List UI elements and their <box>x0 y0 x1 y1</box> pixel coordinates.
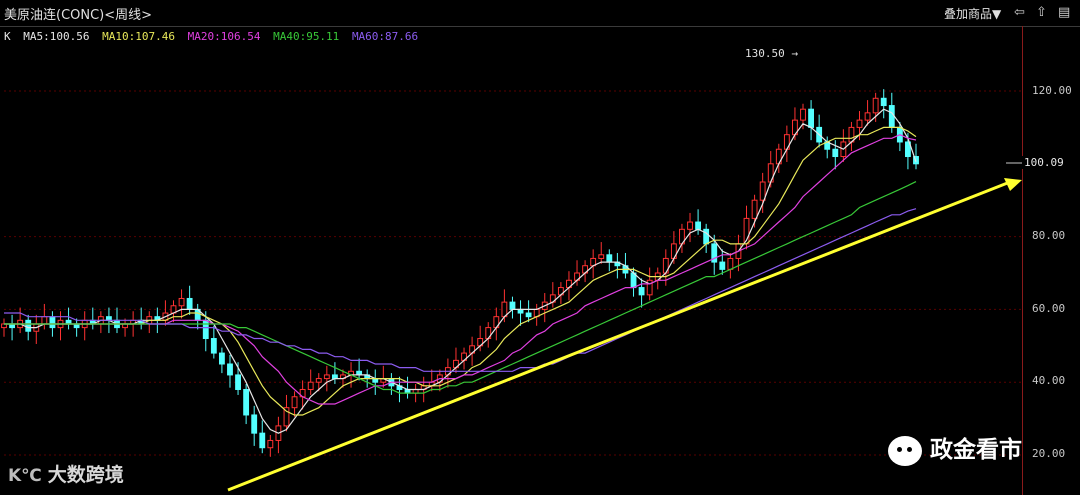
peak-price-label: 130.50 → <box>745 47 798 60</box>
candle-body <box>291 396 298 409</box>
candle-body <box>202 319 209 340</box>
candle-body <box>695 221 702 230</box>
candle-body <box>307 381 314 390</box>
candle-body <box>864 112 871 121</box>
y-tick-60: 60.00 <box>1032 302 1066 315</box>
arrow-left-icon[interactable]: ⇦ <box>1014 5 1025 20</box>
candle-body <box>808 108 815 128</box>
candle-body <box>759 181 766 201</box>
chart-toolbar: 美原油连(CONC)<周线> 叠加商品▼ ⇦ ⇧ ▤ <box>0 0 1080 27</box>
candle-body <box>227 363 233 376</box>
overlay-commodity-button[interactable]: 叠加商品▼ <box>944 5 1001 22</box>
candle-body <box>880 97 887 107</box>
chart-title: 美原油连(CONC)<周线> <box>4 8 153 23</box>
candle-body <box>832 148 839 158</box>
candle-body <box>49 316 56 329</box>
candle-body <box>606 254 613 263</box>
ma40-label: MA40:95.11 <box>273 30 340 43</box>
candle-body <box>727 257 734 270</box>
candle-body <box>235 374 241 390</box>
candle-body <box>751 199 758 219</box>
y-tick-40: 40.00 <box>1032 374 1066 387</box>
candle-body <box>598 254 605 259</box>
brand-logo-icon: K℃ <box>8 466 42 486</box>
candle-body <box>719 261 726 270</box>
candle-body <box>315 378 322 383</box>
candle-body <box>525 312 532 318</box>
candle-body <box>638 287 645 296</box>
arrow-up-icon[interactable]: ⇧ <box>1036 5 1047 20</box>
candle-body <box>703 228 710 245</box>
candle-body <box>646 279 653 296</box>
y-tick-80: 80.00 <box>1032 229 1066 242</box>
candle-body <box>251 414 258 434</box>
ma-legend: K MA5:100.56 MA10:107.46 MA20:106.54 MA4… <box>4 30 424 43</box>
watermark-right: 政金看市 <box>888 430 1022 466</box>
price-chart[interactable] <box>0 0 1080 495</box>
last-price-label: 100.09 <box>1022 156 1066 169</box>
peak-price-value: 130.50 <box>745 47 785 60</box>
ma20-label: MA20:106.54 <box>187 30 261 43</box>
candle-body <box>41 316 48 325</box>
watermark-left: K℃ 大数跨境 <box>8 460 124 487</box>
candle-body <box>267 439 274 449</box>
candle-body <box>243 388 250 416</box>
y-tick-120: 120.00 <box>1032 84 1072 97</box>
candle-body <box>323 374 330 380</box>
layout-icon[interactable]: ▤ <box>1058 5 1070 20</box>
candle-body <box>178 297 185 307</box>
candle-body <box>800 108 806 121</box>
candle-body <box>509 301 516 310</box>
candle-body <box>210 338 217 354</box>
candle-body <box>888 105 895 128</box>
candle-body <box>872 97 879 114</box>
ma5-label: MA5:100.56 <box>23 30 90 43</box>
series-line-ma60 <box>4 208 917 372</box>
candle-body <box>218 352 225 365</box>
watermark-left-text: 大数跨境 <box>47 464 124 486</box>
ma60-label: MA60:87.66 <box>351 30 419 43</box>
candle-body <box>856 119 863 128</box>
wechat-icon <box>888 435 922 466</box>
watermark-right-text: 政金看市 <box>930 437 1022 463</box>
series-line-ma40 <box>4 181 917 394</box>
candle-body <box>186 297 193 310</box>
k-label: K <box>4 30 11 43</box>
candle-body <box>687 221 693 230</box>
y-tick-20: 20.00 <box>1032 447 1066 460</box>
candle-body <box>25 319 32 332</box>
candle-body <box>259 432 266 449</box>
ma10-label: MA10:107.46 <box>102 30 175 43</box>
